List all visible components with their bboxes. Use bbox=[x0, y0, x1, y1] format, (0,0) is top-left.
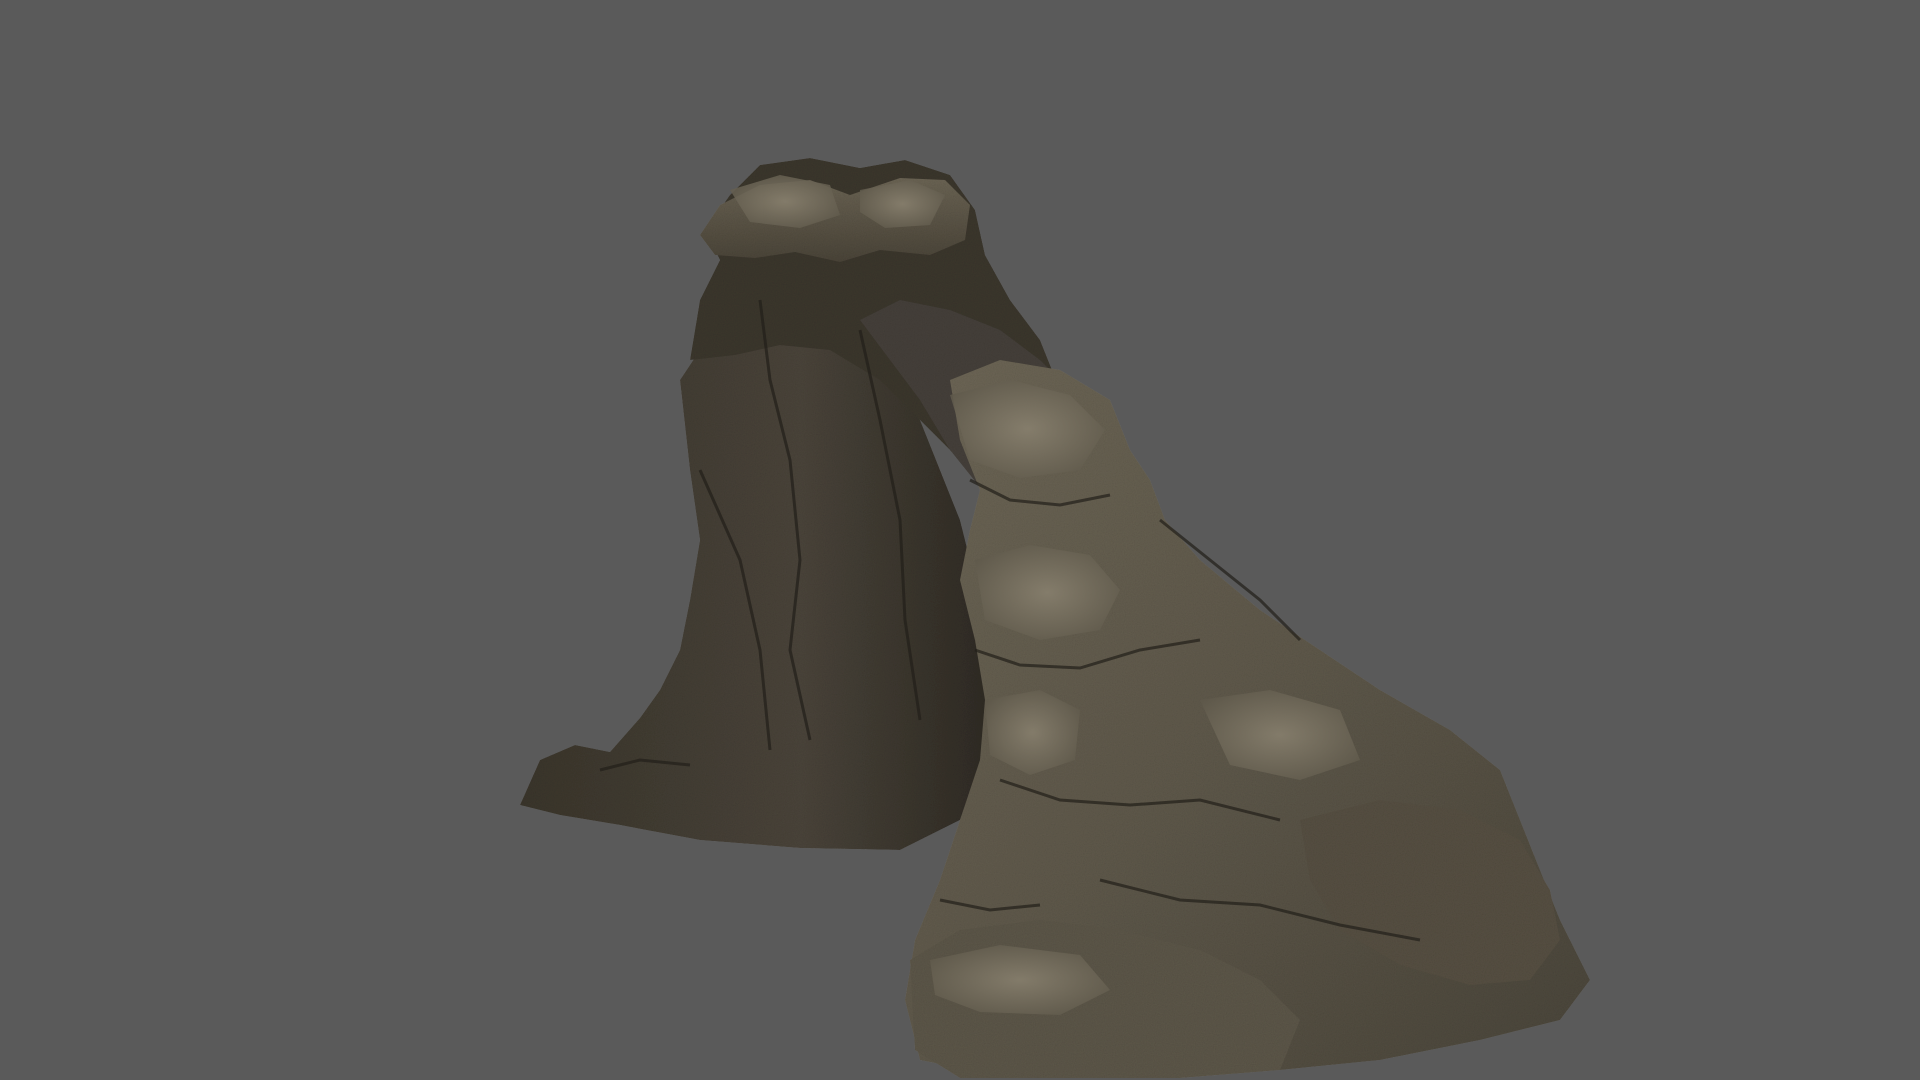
render-viewport bbox=[0, 0, 1920, 1080]
rock-formation bbox=[520, 158, 1590, 1078]
